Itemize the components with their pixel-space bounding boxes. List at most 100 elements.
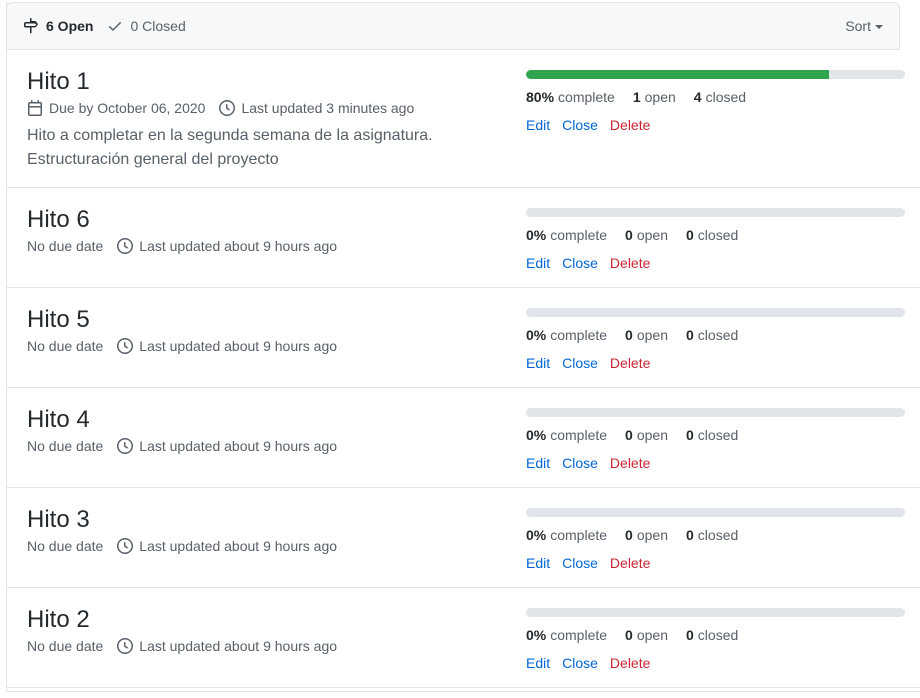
milestone-meta: No due date Last updated about 9 hours a… [27, 338, 337, 354]
percent-complete: 0% complete [526, 427, 607, 443]
open-value: 0 [625, 427, 633, 443]
milestone-updated: Last updated about 9 hours ago [117, 438, 337, 454]
milestone-actions: Edit Close Delete [526, 255, 650, 271]
milestone-actions: Edit Close Delete [526, 655, 650, 671]
closed-issues-count[interactable]: 0 closed [686, 627, 738, 643]
milestone-description-line: Estructuración general del proyecto [27, 151, 279, 168]
closed-label: closed [697, 527, 739, 543]
milestone-stats: 80% complete 1 open 4 closed [526, 89, 746, 105]
milestone-title[interactable]: Hito 5 [27, 305, 90, 335]
percent-label: complete [550, 527, 608, 543]
open-value: 0 [625, 327, 633, 343]
close-link[interactable]: Close [562, 255, 598, 271]
clock-icon [117, 338, 134, 354]
milestone-due: No due date [27, 238, 103, 254]
edit-link[interactable]: Edit [526, 355, 550, 371]
milestone-title[interactable]: Hito 4 [27, 405, 90, 435]
progress-bar [526, 70, 905, 79]
edit-link[interactable]: Edit [526, 555, 550, 571]
edit-link[interactable]: Edit [526, 655, 550, 671]
milestone-description-line: Hito a completar en la segunda semana de… [27, 127, 433, 144]
close-link[interactable]: Close [562, 655, 598, 671]
closed-label: closed [697, 227, 739, 243]
percent-complete: 0% complete [526, 627, 607, 643]
milestone-title[interactable]: Hito 2 [27, 605, 90, 635]
close-link[interactable]: Close [562, 355, 598, 371]
milestone-updated-text: Last updated about 9 hours ago [139, 438, 338, 454]
closed-milestones-filter[interactable]: 0 Closed [107, 18, 186, 34]
open-issues-count[interactable]: 0 open [625, 327, 668, 343]
milestone-actions: Edit Close Delete [526, 355, 650, 371]
open-issues-count[interactable]: 0 open [625, 427, 668, 443]
delete-link[interactable]: Delete [610, 555, 650, 571]
milestone-due: No due date [27, 438, 103, 454]
percent-label: complete [550, 227, 608, 243]
clock-icon [117, 438, 134, 454]
open-milestones-filter[interactable]: 6 Open [23, 18, 93, 34]
open-issues-count[interactable]: 0 open [625, 627, 668, 643]
sort-dropdown[interactable]: Sort [845, 18, 883, 34]
chevron-down-icon [875, 25, 883, 29]
milestone-stats: 0% complete 0 open 0 closed [526, 227, 738, 243]
milestone-due-text: No due date [27, 238, 104, 254]
milestone-updated-text: Last updated about 9 hours ago [139, 538, 338, 554]
milestone-list: Hito 1 Due by October 06, 2020 Last upda… [6, 50, 920, 688]
open-value: 1 [632, 89, 641, 105]
percent-complete: 0% complete [526, 227, 607, 243]
delete-link[interactable]: Delete [610, 455, 650, 471]
open-issues-count[interactable]: 0 open [625, 227, 668, 243]
closed-value: 0 [686, 227, 694, 243]
clock-icon [117, 638, 134, 654]
check-icon [109, 22, 122, 31]
milestone-updated: Last updated about 9 hours ago [117, 538, 337, 554]
progress-bar [526, 208, 905, 217]
milestone-updated: Last updated about 9 hours ago [117, 238, 337, 254]
closed-issues-count[interactable]: 0 closed [686, 327, 738, 343]
closed-issues-count[interactable]: 4 closed [694, 89, 746, 105]
milestone-title[interactable]: Hito 6 [27, 205, 90, 235]
delete-link[interactable]: Delete [610, 255, 650, 271]
close-link[interactable]: Close [562, 455, 598, 471]
edit-link[interactable]: Edit [526, 255, 550, 271]
milestone-description: Hito a completar en la segunda semana de… [27, 124, 467, 172]
milestone-title[interactable]: Hito 1 [27, 67, 90, 97]
milestone-meta: No due date Last updated about 9 hours a… [27, 238, 337, 254]
milestone-due: No due date [27, 338, 103, 354]
percent-value: 0% [526, 627, 547, 643]
open-issues-count[interactable]: 1 open [633, 89, 676, 105]
milestone-row: Hito 5 No due date Last updated about 9 … [6, 288, 920, 388]
closed-issues-count[interactable]: 0 closed [686, 427, 738, 443]
percent-label: complete [558, 89, 615, 105]
progress-bar-fill [526, 70, 830, 79]
milestone-icon [24, 18, 38, 34]
delete-link[interactable]: Delete [610, 655, 650, 671]
milestone-due-text: No due date [27, 438, 104, 454]
open-count-label: 6 Open [46, 18, 94, 34]
edit-link[interactable]: Edit [526, 455, 550, 471]
open-value: 0 [625, 227, 633, 243]
milestone-due-text: Due by October 06, 2020 [49, 100, 206, 116]
close-link[interactable]: Close [562, 555, 598, 571]
edit-link[interactable]: Edit [526, 117, 550, 133]
milestone-meta: Due by October 06, 2020 Last updated 3 m… [27, 100, 414, 116]
closed-issues-count[interactable]: 0 closed [686, 527, 738, 543]
milestone-stats: 0% complete 0 open 0 closed [526, 627, 738, 643]
close-link[interactable]: Close [562, 117, 598, 133]
closed-issues-count[interactable]: 0 closed [686, 227, 738, 243]
closed-value: 0 [686, 327, 694, 343]
open-label: open [636, 227, 668, 243]
calendar-icon [28, 100, 42, 116]
percent-label: complete [550, 427, 608, 443]
delete-link[interactable]: Delete [610, 355, 650, 371]
open-issues-count[interactable]: 0 open [625, 527, 668, 543]
delete-link[interactable]: Delete [610, 117, 650, 133]
percent-value: 80% [526, 89, 555, 105]
milestone-row: Hito 6 No due date Last updated about 9 … [6, 188, 920, 288]
milestone-stats: 0% complete 0 open 0 closed [526, 427, 738, 443]
milestone-updated: Last updated 3 minutes ago [219, 100, 414, 116]
closed-value: 0 [686, 627, 694, 643]
percent-value: 0% [526, 427, 547, 443]
milestone-updated-text: Last updated about 9 hours ago [139, 638, 338, 654]
milestone-title[interactable]: Hito 3 [27, 505, 90, 535]
progress-bar [526, 608, 905, 617]
